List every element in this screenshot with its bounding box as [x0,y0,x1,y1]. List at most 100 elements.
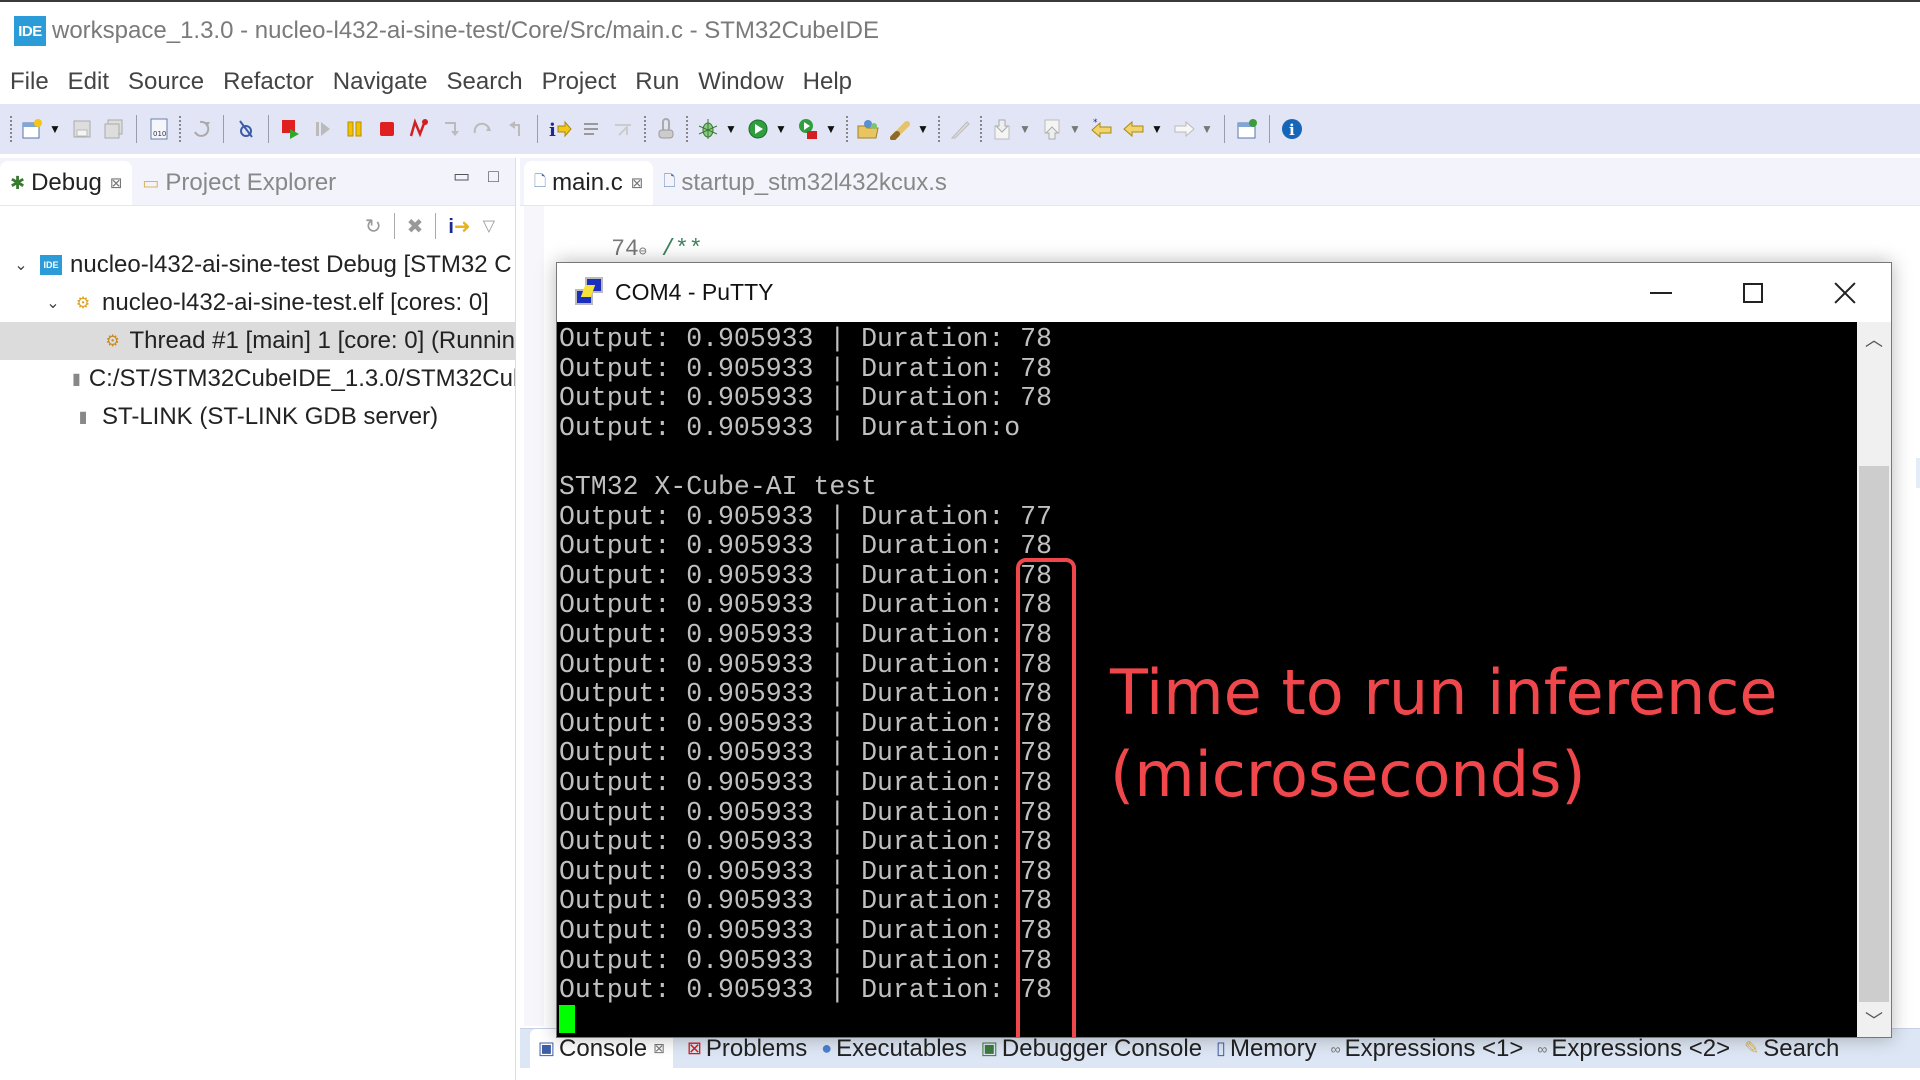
tab-startup-s-label: startup_stm32l432kcux.s [681,169,947,196]
new-dropdown[interactable]: ▼ [48,116,62,142]
close-icon[interactable]: ⊠ [653,1040,665,1057]
step-over-icon[interactable] [470,116,496,142]
save-icon[interactable] [69,116,95,142]
open-project-icon[interactable] [855,116,881,142]
scrollbar-thumb[interactable] [1859,466,1889,1002]
skip-breakpoints-icon[interactable] [233,116,259,142]
refresh-icon[interactable] [188,116,214,142]
previous-annotation-icon[interactable] [1039,116,1065,142]
new-icon[interactable] [19,116,45,142]
refresh-icon[interactable]: ↻ [365,214,382,239]
terminal-line: Output: 0.905933 | Duration: 78 [559,531,1052,562]
toolbar-grip [179,116,181,142]
maximize-icon [1743,282,1763,303]
terminate-icon[interactable] [374,116,400,142]
close-icon[interactable]: ⊠ [631,174,644,192]
tab-label: Executables [836,1034,967,1062]
tab-executables[interactable]: ● Executables [821,1035,967,1063]
toolbar-separator [435,213,437,239]
minimize-view-icon[interactable]: ▭ [453,166,470,187]
menu-project[interactable]: Project [542,68,617,96]
next-annotation-icon[interactable] [989,116,1015,142]
tree-item-thread[interactable]: ⚙ Thread #1 [main] 1 [core: 0] (Runnin [0,322,515,360]
suspend-icon[interactable] [342,116,368,142]
tree-item-stlink[interactable]: ▮ ST-LINK (ST-LINK GDB server) [0,398,515,436]
coverage-dropdown[interactable]: ▼ [824,116,838,142]
expressions-icon: ∞ [1330,1040,1341,1057]
tab-problems[interactable]: ⊠ Problems [687,1035,807,1063]
menu-run[interactable]: Run [635,68,679,96]
disconnect-icon[interactable] [406,116,432,142]
terminal-scrollbar[interactable]: ︿ ﹀ [1857,322,1891,1037]
back-icon[interactable] [1121,116,1147,142]
tab-expressions-1[interactable]: ∞ Expressions <1> [1331,1035,1524,1063]
save-all-icon[interactable] [101,116,127,142]
tab-search[interactable]: ✎ Search [1744,1035,1839,1063]
toolbar-grip [10,116,12,142]
external-tools-icon[interactable] [653,116,679,142]
edit-icon[interactable] [947,116,973,142]
terminate-relaunch-icon[interactable] [278,116,304,142]
menu-search[interactable]: Search [447,68,523,96]
drop-to-frame-icon[interactable] [579,116,605,142]
tab-expressions-2[interactable]: ∞ Expressions <2> [1537,1035,1730,1063]
run-icon[interactable] [745,116,771,142]
previous-annotation-dropdown[interactable]: ▼ [1068,116,1082,142]
use-step-filters-icon[interactable] [611,116,637,142]
maximize-view-icon[interactable]: □ [488,166,499,187]
tab-memory[interactable]: ▯ Memory [1216,1035,1317,1063]
build-icon[interactable]: 010 [146,116,172,142]
step-into-icon[interactable] [438,116,464,142]
instruction-step-icon[interactable]: i [547,116,573,142]
chevron-down-icon[interactable]: ⌄ [12,255,30,275]
tab-project-explorer[interactable]: ▭ Project Explorer [132,161,346,205]
terminal-line: Output: 0.905933 | Duration: 78 [559,620,1052,650]
menu-navigate[interactable]: Navigate [333,68,428,96]
menu-help[interactable]: Help [803,68,852,96]
instruction-step-icon[interactable]: i➜ [448,214,470,239]
gdb-process-icon: ▮ [72,371,81,388]
asm-file-icon: 🗋 [663,172,676,190]
info-icon[interactable]: i [1279,116,1305,142]
tree-item-gdb-process[interactable]: ▮ C:/ST/STM32CubeIDE_1.3.0/STM32Cub [0,360,515,398]
last-edit-location-icon[interactable]: * [1089,116,1115,142]
remove-all-terminated-icon[interactable]: ✖ [407,214,424,239]
forward-icon[interactable] [1171,116,1197,142]
menu-edit[interactable]: Edit [68,68,109,96]
putty-window: COM4 - PuTTY Output: 0.905933 | Duration… [556,262,1892,1038]
back-dropdown[interactable]: ▼ [1150,116,1164,142]
next-annotation-dropdown[interactable]: ▼ [1018,116,1032,142]
putty-title-bar[interactable]: COM4 - PuTTY [557,263,1891,322]
menu-bar: File Edit Source Refactor Navigate Searc… [0,62,1920,102]
forward-dropdown[interactable]: ▼ [1200,116,1214,142]
run-dropdown[interactable]: ▼ [774,116,788,142]
menu-refactor[interactable]: Refactor [223,68,314,96]
search-dropdown[interactable]: ▼ [916,116,930,142]
menu-file[interactable]: File [10,68,49,96]
project-explorer-folder-icon: ▭ [142,172,160,193]
menu-source[interactable]: Source [128,68,204,96]
resume-icon[interactable] [310,116,336,142]
tree-item-launch[interactable]: ⌄ IDE nucleo-l432-ai-sine-test Debug [ST… [0,246,515,284]
tab-main-c[interactable]: 🗋 main.c ⊠ [524,161,654,205]
menu-window[interactable]: Window [698,68,783,96]
debug-icon[interactable] [695,116,721,142]
tab-debug[interactable]: ✱ Debug ⊠ [0,161,133,205]
scroll-down-icon[interactable]: ﹀ [1857,1003,1891,1037]
close-icon[interactable]: ⊠ [110,174,123,192]
step-return-icon[interactable] [502,116,528,142]
tab-debugger-console[interactable]: ▣ Debugger Console [981,1035,1202,1063]
minimize-button[interactable] [1615,263,1707,322]
tab-startup-s[interactable]: 🗋 startup_stm32l432kcux.s [653,161,957,205]
tree-item-elf-process[interactable]: ⌄ ⚙ nucleo-l432-ai-sine-test.elf [cores:… [0,284,515,322]
search-icon[interactable] [887,116,913,142]
maximize-button[interactable] [1707,263,1799,322]
scroll-up-icon[interactable]: ︿ [1857,322,1891,356]
debug-dropdown[interactable]: ▼ [724,116,738,142]
open-perspective-icon[interactable] [1234,116,1260,142]
terminal-output[interactable]: Output: 0.905933 | Duration: 78 Output: 0… [557,322,1857,1037]
close-button[interactable] [1799,263,1891,322]
chevron-down-icon[interactable]: ⌄ [44,293,62,313]
coverage-icon[interactable] [795,116,821,142]
view-menu-icon[interactable]: ▽ [483,216,495,236]
